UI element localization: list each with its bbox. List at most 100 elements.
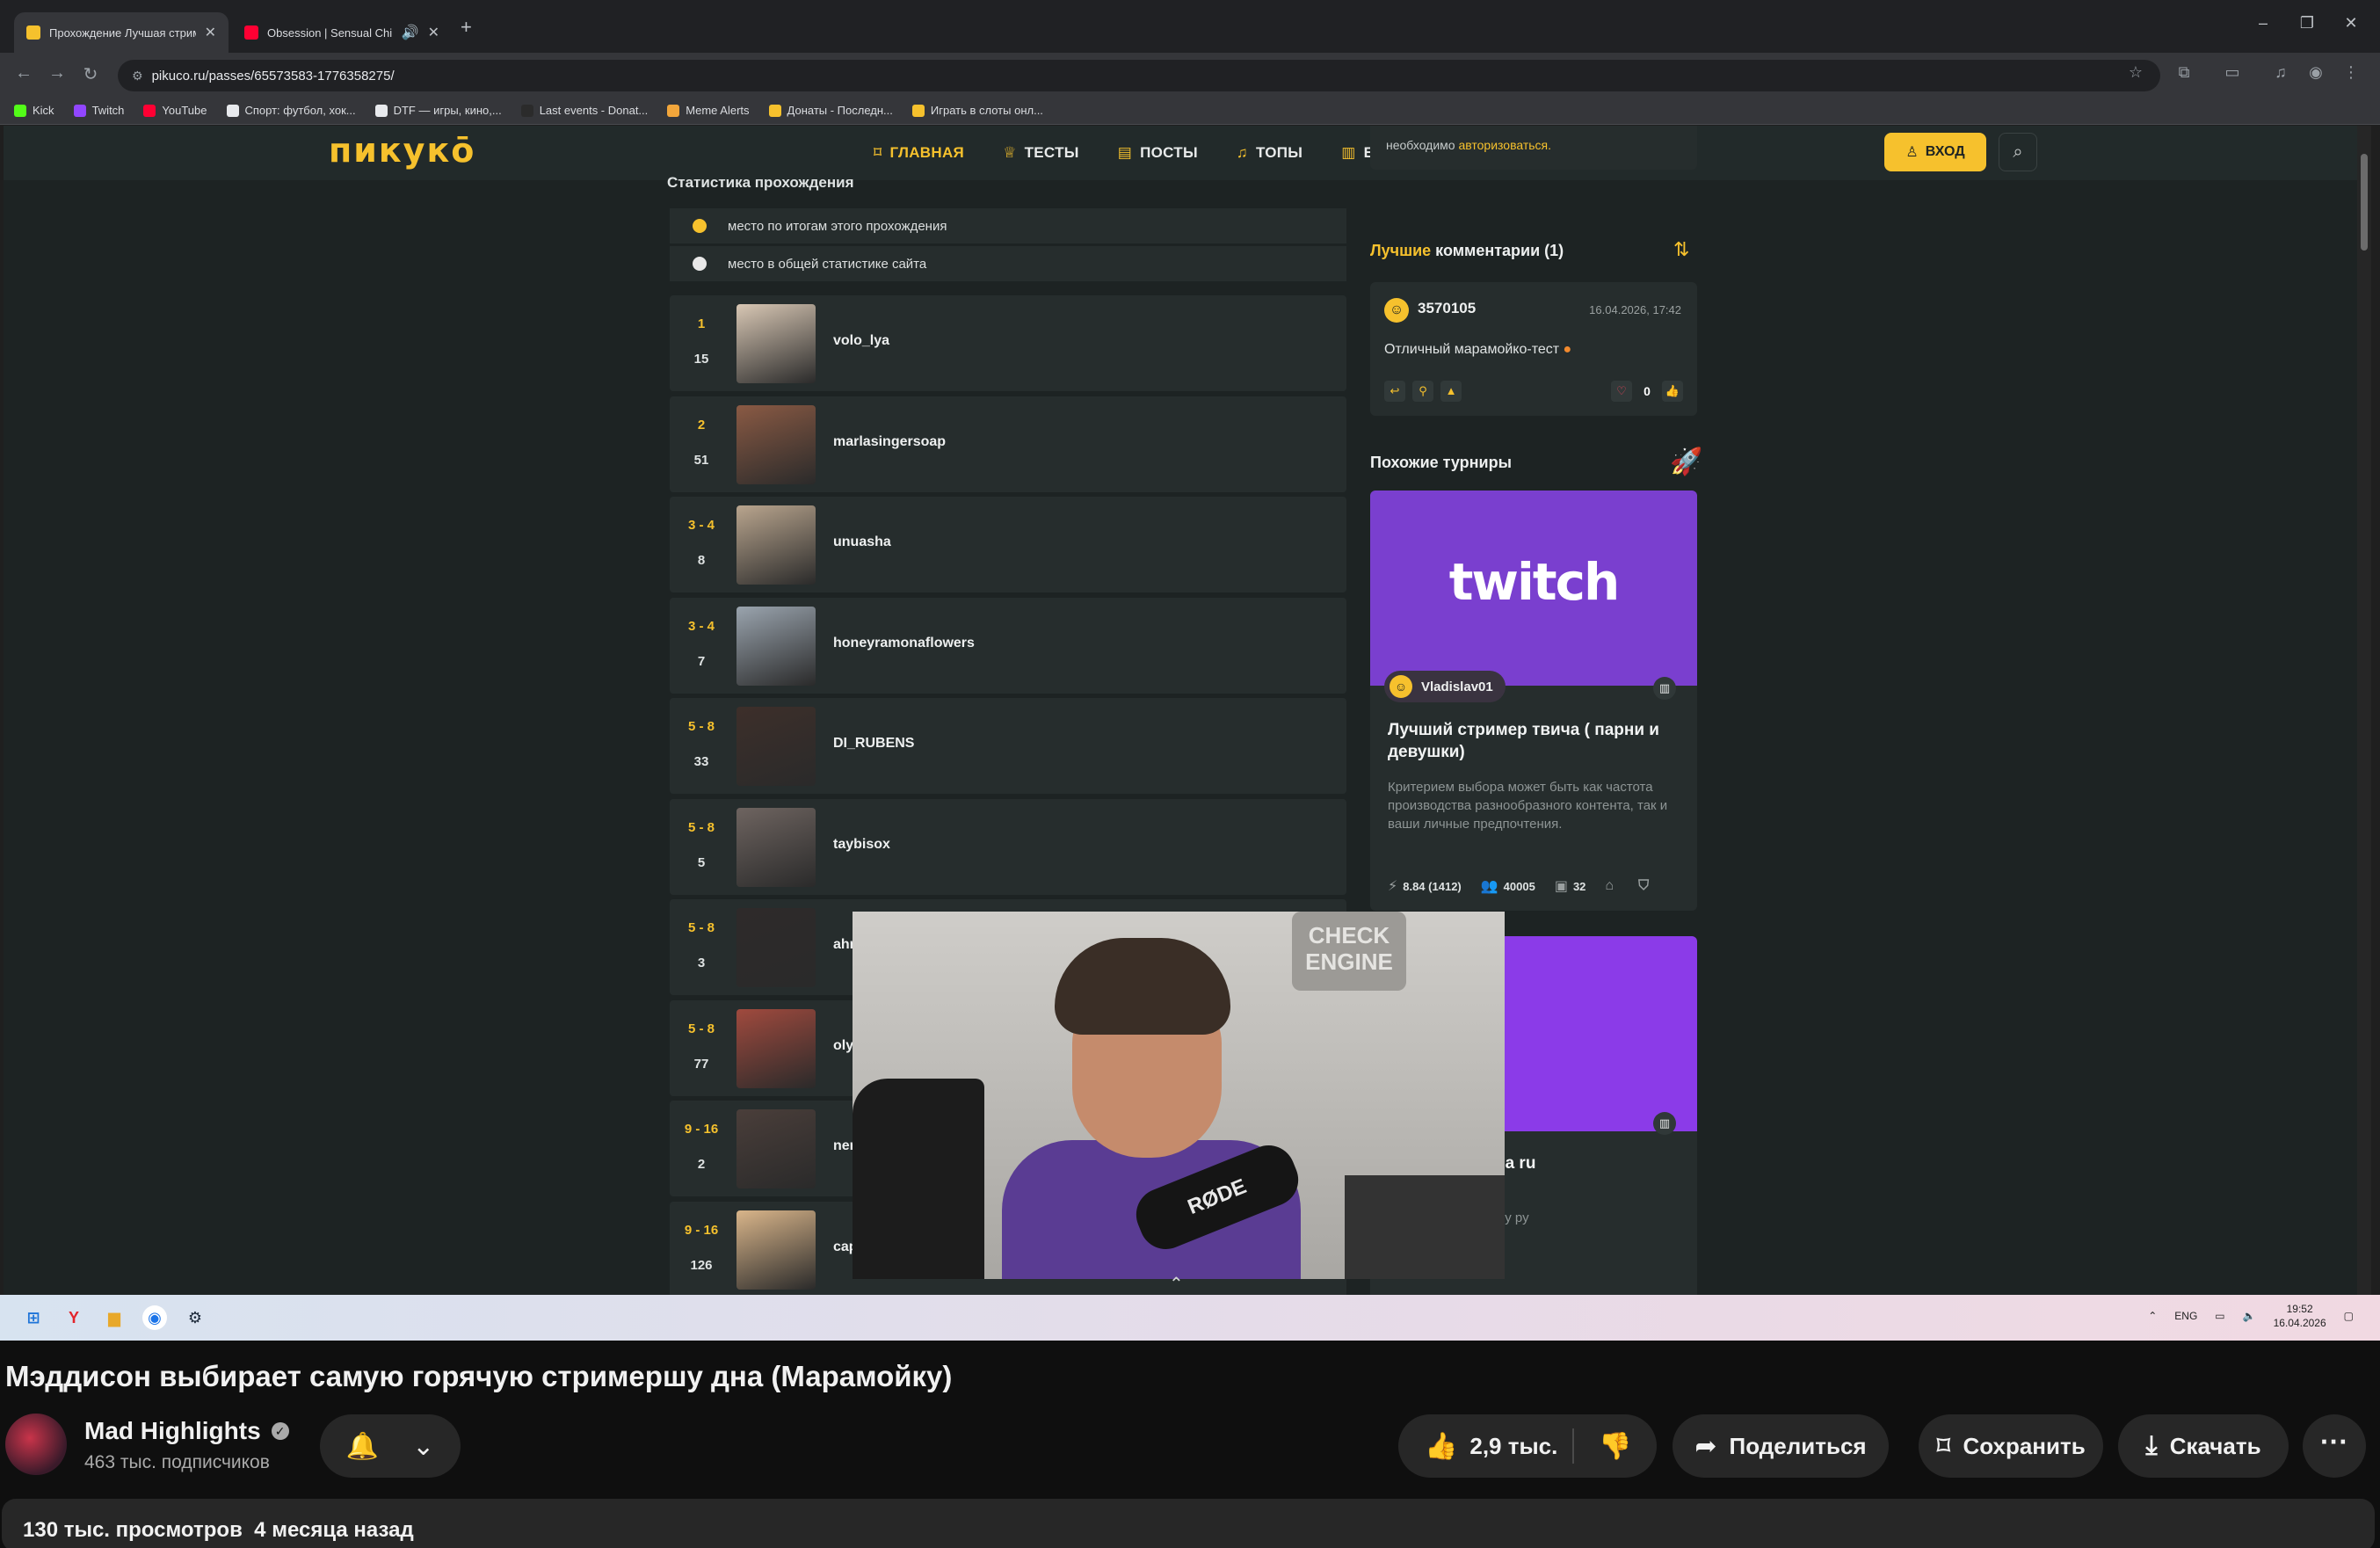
- subscribed-button[interactable]: 🔔 ⌄: [320, 1414, 461, 1478]
- profile-icon[interactable]: ◉: [2303, 63, 2329, 82]
- reply-icon[interactable]: ↩: [1384, 381, 1405, 402]
- document-icon: ▤: [1117, 144, 1133, 161]
- download-button[interactable]: ⤓ Скачать: [2118, 1414, 2289, 1478]
- close-window-icon[interactable]: ✕: [2333, 14, 2369, 33]
- bookmark-label: Kick: [33, 104, 54, 117]
- omnibox[interactable]: ⚙ pikuco.ru/passes/65573583-1776358275/: [118, 60, 2160, 91]
- dislike-icon[interactable]: ♡: [1611, 381, 1632, 402]
- site-info-icon[interactable]: ⚙: [132, 69, 143, 84]
- ranking-row[interactable]: 1 15 volo_lya: [670, 295, 1346, 391]
- description-box[interactable]: 130 тыс. просмотров 4 месяца назад: [2, 1499, 2375, 1548]
- ranking-row[interactable]: 3 - 4 7 honeyramonaflowers: [670, 597, 1346, 694]
- legend-label: место в общей статистике сайта: [728, 256, 927, 272]
- save-button[interactable]: ⌑ Сохранить: [1919, 1414, 2103, 1478]
- site-logo[interactable]: пикукō: [329, 131, 475, 170]
- share-button[interactable]: ➦ Поделиться: [1673, 1414, 1889, 1478]
- reload-icon[interactable]: ↻: [79, 63, 102, 85]
- scrollbar-thumb[interactable]: [2361, 154, 2368, 251]
- bookmark-item[interactable]: Last events - Donat...: [520, 104, 648, 117]
- extensions-icon[interactable]: ⧉: [2171, 63, 2197, 82]
- bookmark-item[interactable]: YouTube: [143, 104, 207, 117]
- bookmark-item[interactable]: Играть в слоты онл...: [911, 104, 1043, 117]
- close-icon[interactable]: ✕: [205, 24, 216, 41]
- bookmark-item[interactable]: Kick: [14, 104, 54, 117]
- bookmark-item[interactable]: Twitch: [73, 104, 124, 117]
- ranking-row[interactable]: 5 - 8 33 DI_RUBENS: [670, 698, 1346, 794]
- bookmark-item[interactable]: Спорт: футбол, хок...: [226, 104, 356, 117]
- auth-note-card: необходимо авторизоваться.: [1370, 126, 1697, 170]
- search-button[interactable]: ⌕: [1999, 133, 2037, 171]
- comment-votes: 0: [1644, 384, 1651, 398]
- streamer-name: oly: [833, 1037, 854, 1053]
- nav-item[interactable]: ♫ ТОПЫ: [1237, 144, 1302, 162]
- clock[interactable]: 19:52 16.04.2026: [2274, 1302, 2326, 1330]
- language-indicator[interactable]: ENG: [2174, 1310, 2197, 1322]
- sort-icon[interactable]: ⇅: [1673, 238, 1689, 261]
- nav-item[interactable]: ⌑ ГЛАВНАЯ: [874, 144, 964, 162]
- page-scrollbar[interactable]: [2357, 126, 2371, 1295]
- run-rank: 5 - 8: [687, 819, 715, 835]
- like-icon[interactable]: 👍: [1662, 381, 1683, 402]
- minimize-icon[interactable]: –: [2246, 14, 2281, 33]
- back-icon[interactable]: ←: [12, 63, 35, 84]
- stats-icon[interactable]: ▥: [1653, 1112, 1676, 1135]
- bookmark-item[interactable]: Донаты - Последн...: [768, 104, 893, 117]
- comment-user[interactable]: 3570105: [1418, 300, 1476, 317]
- bookmark-item[interactable]: Meme Alerts: [667, 104, 750, 117]
- media-icon[interactable]: ♫: [2268, 63, 2294, 82]
- forward-icon[interactable]: →: [46, 63, 69, 84]
- chevron-up-icon[interactable]: ⌃: [2148, 1310, 2157, 1322]
- more-actions-button[interactable]: ···: [2303, 1414, 2366, 1478]
- video-player[interactable]: Прохождение Лучшая стрим... ✕ Obsession …: [0, 0, 2380, 1341]
- steam-icon[interactable]: ⚙: [183, 1305, 207, 1330]
- thumbs-up-icon: 👍: [1425, 1431, 1458, 1461]
- bookmark-item[interactable]: DTF — игры, кино,...: [374, 104, 502, 117]
- report-icon[interactable]: ▲: [1440, 381, 1462, 402]
- channel-name[interactable]: Mad Highlights: [84, 1417, 261, 1445]
- menu-icon[interactable]: ⋮: [2338, 63, 2364, 82]
- collapse-chevron-icon[interactable]: ⌃: [1169, 1273, 1184, 1295]
- channel-avatar[interactable]: [5, 1414, 67, 1475]
- ranking-row[interactable]: 5 - 8 5 taybisox: [670, 798, 1346, 895]
- stats-icon[interactable]: ▥: [1653, 677, 1676, 700]
- url-text[interactable]: pikuco.ru/passes/65573583-1776358275/: [152, 69, 395, 84]
- streamer-photo: [736, 908, 816, 987]
- author-chip[interactable]: ☺ Vladislav01: [1384, 671, 1506, 702]
- new-tab-icon[interactable]: +: [461, 16, 472, 39]
- login-button[interactable]: ♙ ВХОД: [1884, 133, 1986, 171]
- shield-icon[interactable]: ⛉: [1638, 878, 1649, 894]
- nav-item[interactable]: ♕ ТЕСТЫ: [1003, 144, 1079, 162]
- restore-icon[interactable]: ❐: [2289, 14, 2325, 33]
- windows-start-icon[interactable]: ⊞: [21, 1305, 46, 1330]
- split-view-icon[interactable]: ▭: [2219, 63, 2246, 82]
- thumbs-down-icon: 👎: [1599, 1431, 1632, 1461]
- bookmarks-bar: Kick Twitch YouTube Спорт: футбол, хок... DT…: [0, 97, 2380, 125]
- star-icon[interactable]: ☆: [2122, 63, 2149, 82]
- yandex-browser-icon[interactable]: Y: [62, 1305, 86, 1330]
- tab-pikuco[interactable]: Прохождение Лучшая стрим... ✕: [14, 12, 229, 53]
- ranking-row[interactable]: 2 51 marlasingersoap: [670, 396, 1346, 492]
- legend-item-run: место по итогам этого прохождения: [670, 208, 1346, 243]
- like-button[interactable]: 👍 2,9 тыс.: [1398, 1428, 1574, 1464]
- close-icon[interactable]: ✕: [428, 24, 439, 41]
- ranking-row[interactable]: 3 - 4 8 unuasha: [670, 497, 1346, 592]
- streamer-name: DI_RUBENS: [833, 736, 915, 751]
- auth-link[interactable]: авторизоваться.: [1458, 138, 1551, 152]
- chrome-icon[interactable]: ◉: [142, 1305, 167, 1330]
- volume-icon[interactable]: 🔈: [2243, 1310, 2256, 1322]
- bookmark-favicon-icon: [226, 104, 239, 117]
- bookmark-label: DTF — игры, кино,...: [393, 104, 502, 117]
- link-icon[interactable]: ⚲: [1412, 381, 1433, 402]
- tab-youtube-music[interactable]: Obsession | Sensual Chill S... 🔊 ✕: [232, 12, 452, 53]
- tournament-title[interactable]: Лучший стример твича ( парни и девушки): [1388, 719, 1687, 763]
- bookmark-outline-icon[interactable]: ⌂: [1605, 878, 1614, 894]
- nav-item[interactable]: ▤ ПОСТЫ: [1118, 144, 1198, 162]
- legend-item-site: место в общей статистике сайта: [670, 246, 1346, 281]
- tournament-card[interactable]: twitch ☺ Vladislav01 ▥ Лучший стример тв…: [1370, 491, 1697, 911]
- pikuco-favicon-icon: [26, 25, 40, 40]
- file-explorer-icon[interactable]: ▆: [102, 1305, 127, 1330]
- site-rank: 15: [693, 352, 709, 367]
- notifications-icon[interactable]: ▢: [2344, 1310, 2354, 1322]
- dislike-button[interactable]: 👎: [1574, 1431, 1657, 1462]
- network-icon[interactable]: ▭: [2215, 1310, 2224, 1322]
